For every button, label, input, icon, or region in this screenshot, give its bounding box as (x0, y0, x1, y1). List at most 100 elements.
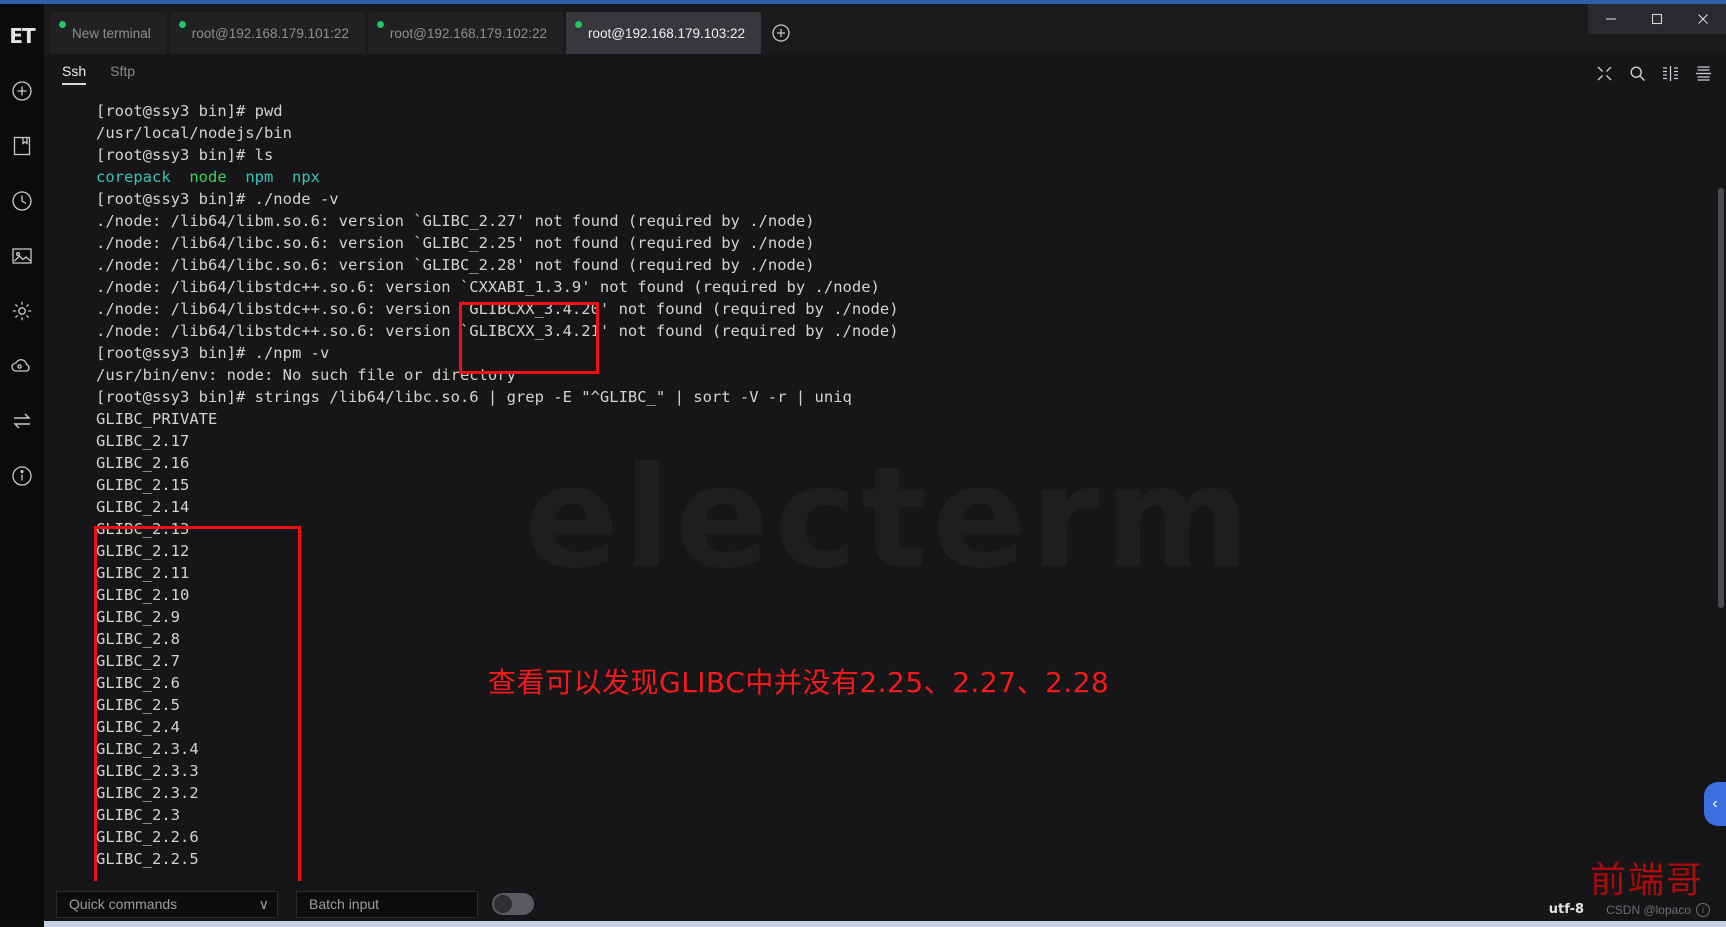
terminal-line: GLIBC_2.4 (96, 716, 1726, 738)
terminal-text: GLIBC_2.5 (96, 696, 180, 714)
terminal-text: npx (292, 168, 320, 186)
terminal-line: GLIBC_2.2.5 (96, 848, 1726, 870)
terminal-text: ./node: /lib64/libc.so.6: version `GLIBC… (96, 234, 815, 252)
terminal-text: [root@ssy3 bin]# strings /lib64/libc.so.… (96, 388, 852, 406)
split-horizontal-icon[interactable] (1695, 65, 1712, 82)
terminal-text: [root@ssy3 bin]# pwd (96, 102, 283, 120)
terminal-text: GLIBC_2.15 (96, 476, 190, 494)
terminal-output[interactable]: electerm [root@ssy3 bin]# pwd/usr/local/… (44, 92, 1726, 881)
terminal-line: ./node: /lib64/libstdc++.so.6: version `… (96, 276, 1726, 298)
tab-root-103[interactable]: root@192.168.179.103:22 (565, 12, 762, 54)
chevron-down-icon: ∨ (258, 895, 269, 912)
minimize-button[interactable] (1588, 4, 1634, 34)
terminal-text: [root@ssy3 bin]# ls (96, 146, 274, 164)
terminal-text: GLIBC_2.11 (96, 564, 190, 582)
terminal-text: GLIBC_2.7 (96, 652, 180, 670)
terminal-text: ./node: /lib64/libstdc++.so.6: version `… (96, 300, 899, 318)
image-icon[interactable] (2, 236, 42, 276)
tab-bar: New terminal root@192.168.179.101:22 roo… (44, 0, 1726, 54)
terminal-text: GLIBC_2.9 (96, 608, 180, 626)
terminal-line: GLIBC_2.3.4 (96, 738, 1726, 760)
info-icon[interactable] (2, 456, 42, 496)
tab-root-101[interactable]: root@192.168.179.101:22 (169, 12, 365, 54)
history-icon[interactable] (2, 181, 42, 221)
terminal-text: GLIBC_2.13 (96, 520, 190, 538)
terminal-text: GLIBC_2.2.6 (96, 828, 199, 846)
transfer-icon[interactable] (2, 401, 42, 441)
tab-ssh[interactable]: Ssh (62, 63, 87, 85)
terminal-line: GLIBC_2.16 (96, 452, 1726, 474)
annotation-note: 查看可以发现GLIBC中并没有2.25、2.27、2.28 (488, 666, 1110, 699)
tab-sftp[interactable]: Sftp (110, 63, 135, 83)
csdn-credit-text: CSDN @lopaco (1606, 903, 1691, 917)
bookmark-icon[interactable] (2, 126, 42, 166)
tab-new-terminal[interactable]: New terminal (50, 12, 167, 54)
session-sub-toolbar: Ssh Sftp (44, 54, 1726, 92)
tab-status-dot (376, 21, 384, 28)
terminal-line: GLIBC_2.15 (96, 474, 1726, 496)
terminal-text: ./node: /lib64/libstdc++.so.6: version `… (96, 322, 899, 340)
batch-input-toggle[interactable] (492, 893, 534, 915)
terminal-line: ./node: /lib64/libc.so.6: version `GLIBC… (96, 232, 1726, 254)
terminal-text: GLIBC_PRIVATE (96, 410, 218, 428)
info-badge-icon: i (1696, 903, 1710, 917)
terminal-line: ./node: /lib64/libstdc++.so.6: version `… (96, 320, 1726, 342)
terminal-text: GLIBC_2.2.5 (96, 850, 199, 868)
tab-label: root@192.168.179.103:22 (587, 25, 746, 41)
terminal-line: GLIBC_2.8 (96, 628, 1726, 650)
terminal-text: GLIBC_2.6 (96, 674, 180, 692)
terminal-text: GLIBC_2.8 (96, 630, 180, 648)
terminal-text: ./node: /lib64/libstdc++.so.6: version `… (96, 278, 880, 296)
gear-icon[interactable] (2, 291, 42, 331)
collapse-panel-handle[interactable]: ‹ (1704, 782, 1726, 826)
left-sidebar: ET (0, 0, 44, 927)
terminal-text: [root@ssy3 bin]# ./npm -v (96, 344, 330, 362)
terminal-text: node (189, 168, 227, 186)
terminal-line: ./node: /lib64/libc.so.6: version `GLIBC… (96, 254, 1726, 276)
terminal-text: corepack (96, 168, 171, 186)
cloud-icon[interactable] (2, 346, 42, 386)
terminal-tools (1596, 54, 1712, 92)
split-vertical-icon[interactable] (1662, 65, 1679, 82)
add-tab-icon[interactable] (764, 12, 798, 54)
terminal-line: GLIBC_2.3 (96, 804, 1726, 826)
encoding-label: utf-8 (1548, 902, 1585, 917)
batch-input-field[interactable]: Batch input (296, 890, 478, 918)
terminal-scrollbar[interactable] (1718, 188, 1724, 608)
terminal-line: GLIBC_2.3.2 (96, 782, 1726, 804)
terminal-line: ./node: /lib64/libstdc++.so.6: version `… (96, 298, 1726, 320)
author-watermark: 前端哥 (1589, 860, 1704, 901)
close-button[interactable] (1680, 4, 1726, 34)
terminal-text: [root@ssy3 bin]# ./node -v (96, 190, 339, 208)
new-connection-icon[interactable] (2, 71, 42, 111)
terminal-text: GLIBC_2.3.4 (96, 740, 199, 758)
csdn-credit: CSDN @lopaco i (1606, 903, 1710, 917)
terminal-line: GLIBC_2.14 (96, 496, 1726, 518)
tab-root-102[interactable]: root@192.168.179.102:22 (367, 12, 563, 54)
window-bottom-edge (44, 921, 1726, 927)
terminal-line: GLIBC_2.12 (96, 540, 1726, 562)
window-top-accent (0, 0, 1726, 4)
terminal-text: GLIBC_2.14 (96, 498, 190, 516)
search-icon[interactable] (1629, 65, 1646, 82)
terminal-text: GLIBC_2.3 (96, 806, 180, 824)
terminal-line: [root@ssy3 bin]# pwd (96, 100, 1726, 122)
quick-commands-select[interactable]: Quick commands ∨ (56, 890, 278, 918)
maximize-button[interactable] (1634, 4, 1680, 34)
terminal-line: ./node: /lib64/libm.so.6: version `GLIBC… (96, 210, 1726, 232)
terminal-text: /usr/bin/env: node: No such file or dire… (96, 366, 516, 384)
terminal-text: GLIBC_2.10 (96, 586, 190, 604)
terminal-text: GLIBC_2.16 (96, 454, 190, 472)
fullscreen-icon[interactable] (1596, 65, 1613, 82)
terminal-line: /usr/local/nodejs/bin (96, 122, 1726, 144)
terminal-line: corepack node npm npx (96, 166, 1726, 188)
terminal-line: GLIBC_PRIVATE (96, 408, 1726, 430)
terminal-text: GLIBC_2.12 (96, 542, 190, 560)
batch-input-label: Batch input (309, 896, 380, 912)
terminal-line: [root@ssy3 bin]# ls (96, 144, 1726, 166)
bottom-toolbar: Quick commands ∨ Batch input 前端哥 utf-8 C… (44, 860, 1726, 927)
tab-label: root@192.168.179.101:22 (191, 25, 349, 41)
app-logo-text: ET (9, 24, 35, 48)
